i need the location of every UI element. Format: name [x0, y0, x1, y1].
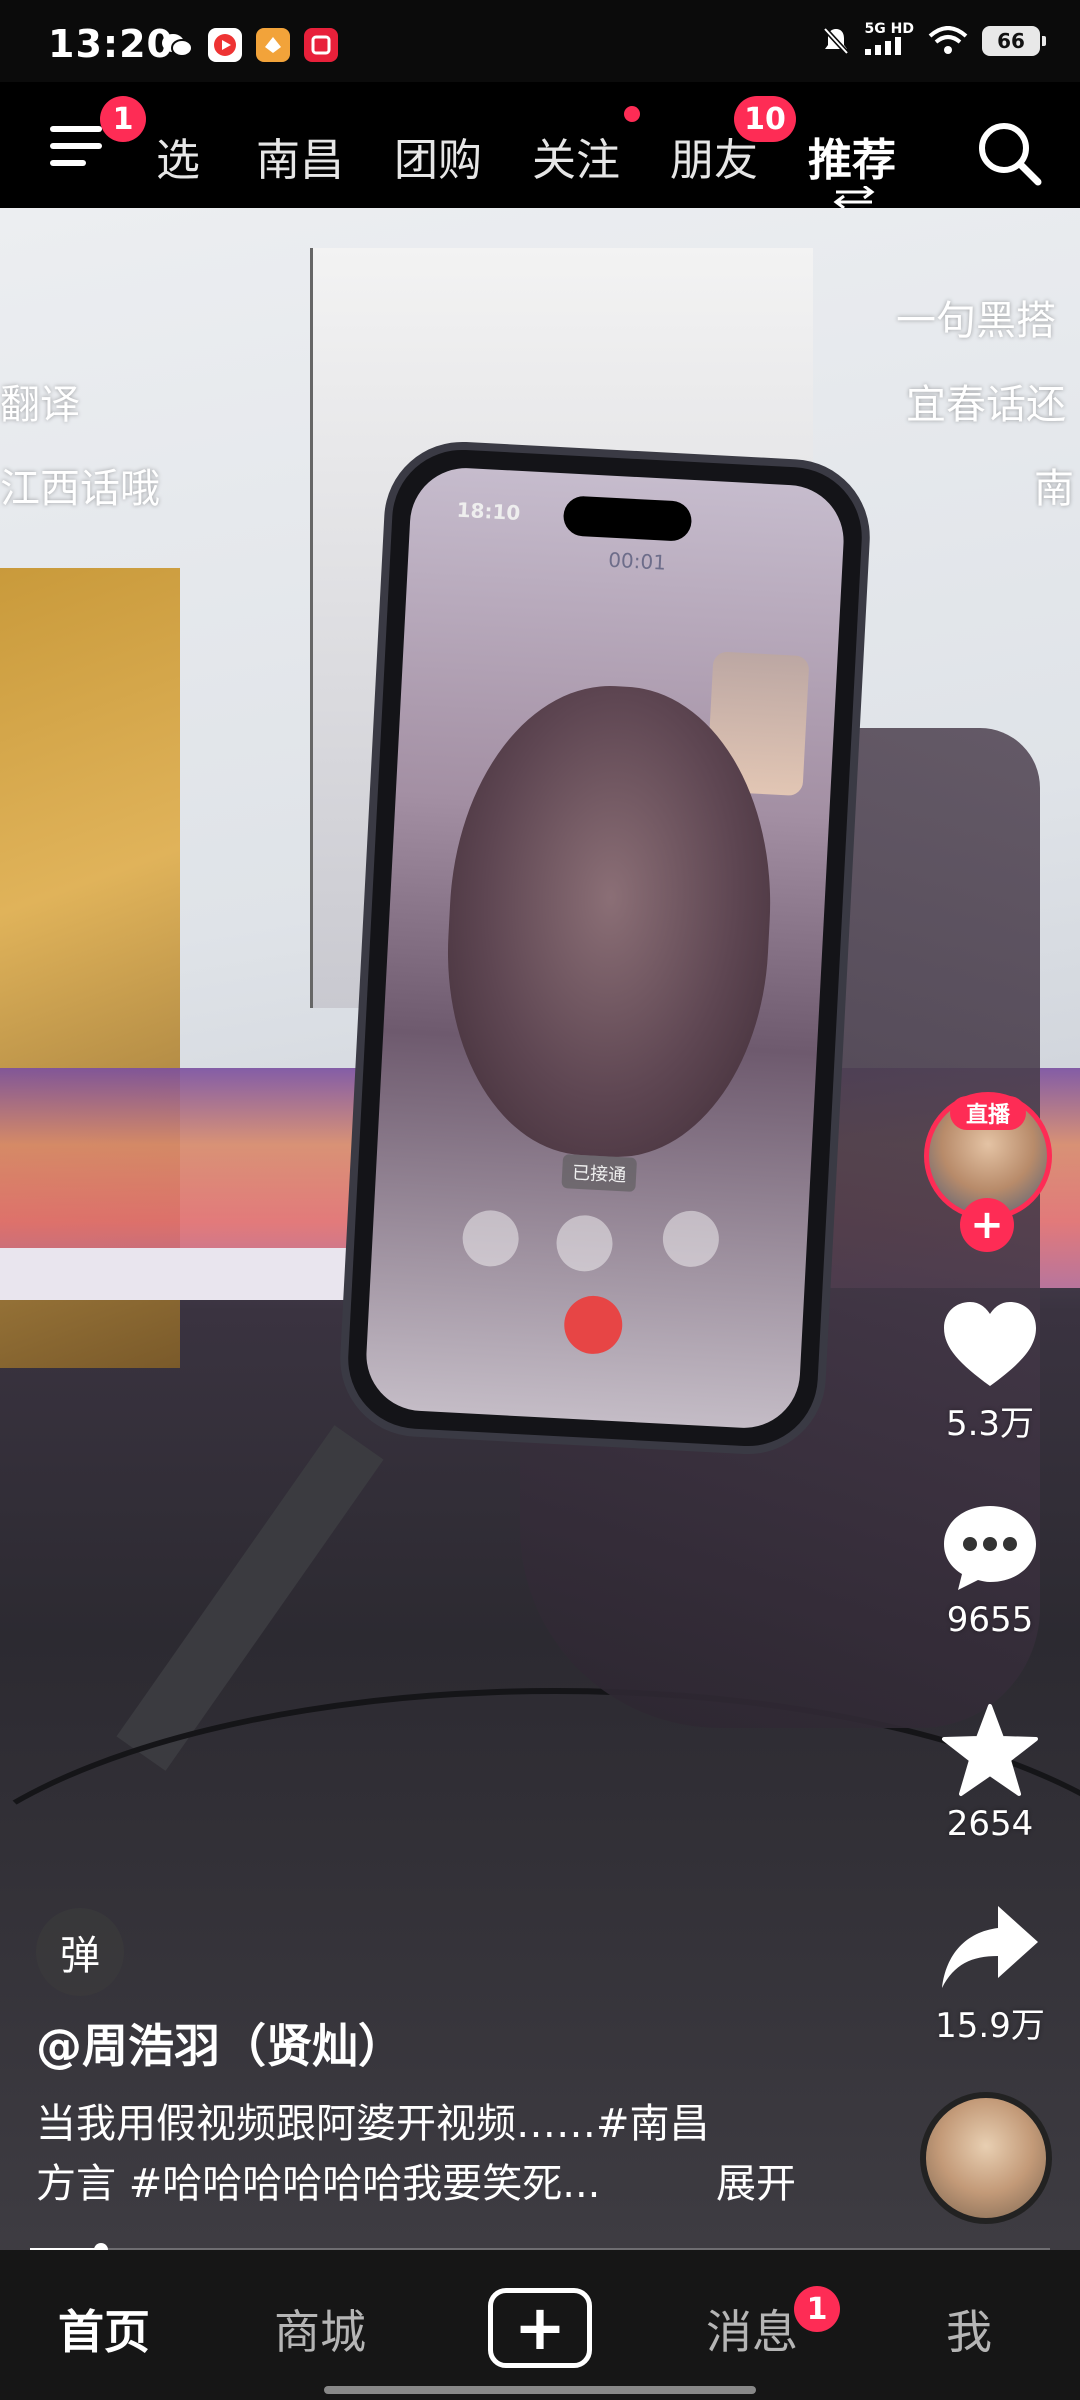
tab-mall[interactable]: 商城 — [274, 2296, 366, 2362]
star-icon — [942, 1704, 1038, 1796]
home-indicator — [324, 2386, 756, 2394]
search-icon — [979, 123, 1042, 186]
menu-button[interactable] — [50, 122, 106, 170]
tab-home[interactable]: 首页 — [58, 2296, 150, 2362]
caption-left-2: 江西话哦 — [0, 466, 160, 512]
video-description[interactable]: 当我用假视频跟阿婆开视频……#南昌 方言 #哈哈哈哈哈哈我要笑死... 展开 — [36, 2094, 796, 2214]
wechat-icon — [160, 28, 194, 62]
tab-messages[interactable]: 消息 — [706, 2296, 798, 2362]
bottom-tab-bar: 首页 商城 + 消息 1 我 — [0, 2250, 1080, 2400]
mute-call-icon — [461, 1208, 521, 1268]
status-right: 5G HD 66 — [821, 22, 1046, 59]
call-timer: 00:01 — [607, 547, 667, 575]
caption-right-3: 南 — [1034, 466, 1074, 512]
comment-icon — [944, 1506, 1036, 1590]
share-icon — [942, 1906, 1038, 1988]
danmu-button[interactable]: 弹 — [36, 1908, 124, 1996]
menu-icon — [50, 126, 102, 132]
network-type: 5G HD — [864, 22, 914, 59]
status-bar: 13:20 5G HD 66 — [0, 0, 1080, 82]
heart-icon — [944, 1302, 1036, 1386]
tab-group-buy[interactable]: 团购 — [394, 124, 482, 188]
speaker-call-icon — [555, 1213, 614, 1273]
taobao-icon — [304, 28, 338, 62]
create-button[interactable]: + — [488, 2288, 592, 2368]
top-navigation: 1 选 南昌 团购 关注 朋友 10 推荐 — [0, 82, 1080, 208]
author-name[interactable]: @周浩羽（贤灿） — [36, 2010, 404, 2076]
tab-me[interactable]: 我 — [946, 2296, 992, 2362]
tab-following[interactable]: 关注 — [532, 124, 620, 188]
tab-recommended[interactable]: 推荐 — [808, 124, 896, 188]
wifi-icon — [928, 25, 968, 54]
music-disc[interactable] — [920, 2092, 1052, 2224]
comment-count: 9655 — [946, 1600, 1034, 1640]
danmu-label: 弹 — [60, 1933, 100, 1979]
description-line-2: 方言 #哈哈哈哈哈哈我要笑死... — [36, 2161, 601, 2207]
caption-left-1: 翻译 — [0, 382, 80, 428]
like-button[interactable]: 5.3万 — [910, 1300, 1070, 1445]
like-count: 5.3万 — [945, 1404, 1035, 1444]
share-count: 15.9万 — [935, 2006, 1045, 2046]
caption-right-2: 宜春话还 — [906, 382, 1066, 428]
follow-button[interactable]: + — [960, 1198, 1014, 1252]
search-button[interactable] — [974, 118, 1044, 188]
phone-time: 18:10 — [456, 497, 521, 525]
mute-icon — [822, 26, 849, 55]
messages-badge: 1 — [794, 2286, 840, 2332]
shopping-app-icon — [256, 28, 290, 62]
signal-icon — [864, 37, 901, 55]
video-app-icon — [208, 28, 242, 62]
refresh-arrows-icon — [833, 186, 875, 208]
favorite-button[interactable]: 2654 — [910, 1702, 1070, 1844]
share-button[interactable]: 15.9万 — [910, 1902, 1070, 2047]
menu-badge: 1 — [100, 96, 146, 142]
following-dot — [624, 106, 640, 122]
notification-icons — [160, 28, 338, 62]
tab-nanchang[interactable]: 南昌 — [256, 124, 344, 188]
favorite-count: 2654 — [946, 1804, 1034, 1844]
status-time: 13:20 — [48, 22, 174, 66]
caption-right-1: 一句黑搭 — [896, 298, 1056, 344]
friends-badge: 10 — [734, 96, 796, 142]
tab-featured[interactable]: 选 — [156, 124, 200, 188]
battery-indicator: 66 — [982, 25, 1046, 56]
call-status: 已接通 — [561, 1154, 638, 1192]
video-phone: 18:10 00:01 已接通 — [344, 446, 866, 1450]
live-tag: 直播 — [950, 1096, 1026, 1130]
plus-icon: + — [514, 2291, 566, 2364]
end-call-icon — [562, 1294, 624, 1356]
expand-button[interactable]: 展开 — [716, 2154, 796, 2214]
description-line-1: 当我用假视频跟阿婆开视频……#南昌 — [36, 2101, 710, 2147]
camera-call-icon — [661, 1209, 721, 1269]
comment-button[interactable]: 9655 — [910, 1502, 1070, 1640]
